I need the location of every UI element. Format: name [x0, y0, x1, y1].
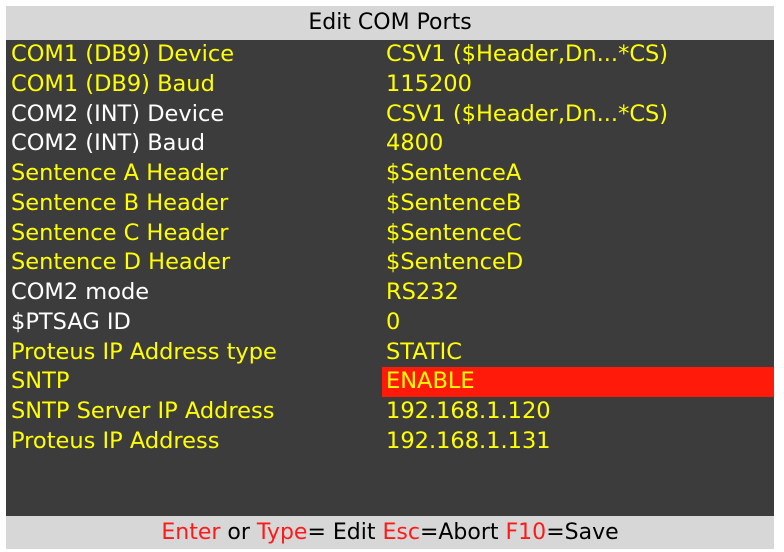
type-key-hint: Type: [256, 520, 308, 545]
setting-label: COM2 (INT) Baud: [11, 130, 205, 157]
setting-label: SNTP Server IP Address: [11, 398, 275, 424]
setting-label: $PTSAG ID: [11, 308, 131, 335]
key-hints-bar: Enter or Type= Edit Esc=Abort F10=Save: [6, 516, 774, 549]
setting-label: Sentence B Header: [11, 189, 229, 216]
setting-value[interactable]: 192.168.1.120: [382, 397, 774, 427]
setting-row[interactable]: SNTP ENABLE: [6, 367, 774, 397]
setting-row[interactable]: COM1 (DB9) Baud 115200: [6, 70, 774, 100]
setting-value[interactable]: STATIC: [382, 338, 774, 368]
enter-key-hint: Enter: [161, 520, 221, 545]
f10-key-hint: F10: [505, 520, 547, 545]
setting-value[interactable]: 115200: [382, 70, 774, 100]
setting-row[interactable]: Sentence B Header $SentenceB: [6, 189, 774, 219]
edit-text: = Edit: [307, 520, 383, 545]
setting-row[interactable]: Sentence D Header $SentenceD: [6, 248, 774, 278]
setting-row[interactable]: COM1 (DB9) Device CSV1 ($Header,Dn...*CS): [6, 40, 774, 70]
abort-text: =Abort: [419, 520, 506, 545]
setting-value[interactable]: 192.168.1.131: [382, 427, 774, 457]
title-bar: Edit COM Ports: [6, 6, 774, 40]
setting-label: Proteus IP Address type: [11, 338, 277, 365]
setting-label: COM2 mode: [11, 279, 150, 305]
or-text: or: [220, 520, 257, 545]
setting-value[interactable]: RS232: [382, 278, 774, 308]
setting-label: Sentence A Header: [11, 160, 229, 186]
setting-row[interactable]: COM2 (INT) Baud 4800: [6, 129, 774, 159]
save-text: =Save: [546, 520, 619, 545]
setting-row[interactable]: COM2 mode RS232: [6, 278, 774, 308]
setting-row[interactable]: $PTSAG ID 0: [6, 308, 774, 338]
setting-row[interactable]: COM2 (INT) Device CSV1 ($Header,Dn...*CS): [6, 100, 774, 130]
setting-label: COM1 (DB9) Baud: [11, 70, 215, 97]
setting-value[interactable]: $SentenceD: [382, 248, 774, 278]
setting-label: Sentence C Header: [11, 219, 229, 246]
setting-value[interactable]: CSV1 ($Header,Dn...*CS): [382, 40, 774, 70]
page-title: Edit COM Ports: [308, 10, 472, 35]
setting-label: COM2 (INT) Device: [11, 100, 225, 127]
setting-value[interactable]: $SentenceB: [382, 189, 774, 219]
setting-label: SNTP: [11, 368, 70, 395]
setting-row[interactable]: Proteus IP Address 192.168.1.131: [6, 427, 774, 457]
setting-value[interactable]: $SentenceA: [382, 159, 774, 189]
setting-row[interactable]: Proteus IP Address type STATIC: [6, 338, 774, 368]
setting-value[interactable]: $SentenceC: [382, 219, 774, 249]
setting-value[interactable]: CSV1 ($Header,Dn...*CS): [382, 100, 774, 130]
setting-row[interactable]: Sentence C Header $SentenceC: [6, 219, 774, 249]
setting-row[interactable]: Sentence A Header $SentenceA: [6, 159, 774, 189]
setting-value[interactable]: 0: [382, 308, 774, 338]
settings-list: COM1 (DB9) Device CSV1 ($Header,Dn...*CS)…: [6, 40, 774, 516]
edit-com-ports-screen: Edit COM Ports COM1 (DB9) Device CSV1 ($H…: [0, 0, 784, 552]
setting-row[interactable]: SNTP Server IP Address 192.168.1.120: [6, 397, 774, 427]
setting-value[interactable]: ENABLE: [382, 367, 774, 397]
setting-value[interactable]: 4800: [382, 129, 774, 159]
setting-label: Sentence D Header: [11, 249, 231, 276]
setting-label: Proteus IP Address: [11, 427, 220, 454]
esc-key-hint: Esc: [382, 520, 420, 545]
setting-label: COM1 (DB9) Device: [11, 41, 235, 67]
